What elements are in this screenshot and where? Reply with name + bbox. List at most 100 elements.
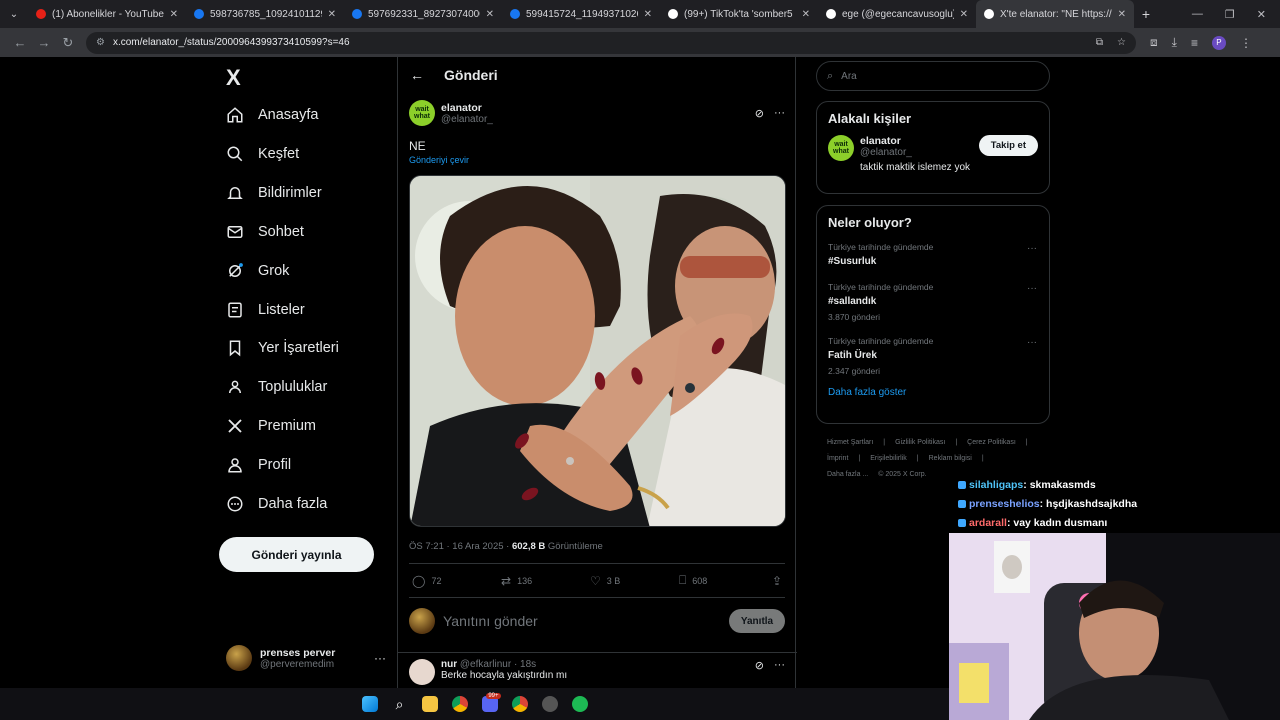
account-switcher[interactable]: prenses perver @perveremedim ···	[226, 643, 386, 673]
taskbar-search-icon[interactable]: ⌕	[385, 692, 415, 716]
menu-icon[interactable]: ⋮	[1240, 36, 1252, 50]
related-handle[interactable]: @elanator_	[860, 147, 979, 158]
related-person[interactable]: wait what elanator @elanator_ taktik mak…	[817, 135, 1049, 181]
back-arrow-icon[interactable]: ←	[410, 67, 424, 83]
tweet-time[interactable]: ÖS 7:21 · 16 Ara 2025 ·	[409, 541, 512, 552]
reply-author-name[interactable]: nur	[441, 659, 457, 670]
star-icon[interactable]: ☆	[1117, 37, 1126, 48]
tab-close-icon[interactable]: ✕	[1118, 9, 1126, 20]
nav-item-sohbet[interactable]: Sohbet	[226, 218, 304, 246]
avatar[interactable]: wait what	[828, 135, 854, 161]
reply-author-handle[interactable]: @efkarlinur · 18s	[460, 659, 536, 670]
tab-close-icon[interactable]: ✕	[960, 9, 968, 20]
extensions-icon[interactable]: ⧈	[1150, 35, 1158, 50]
more-icon[interactable]: ···	[1027, 283, 1037, 294]
translate-link[interactable]: Gönderiyi çevir	[409, 155, 469, 165]
browser-tab[interactable]: (1) Abonelikler - YouTube ✕	[28, 0, 186, 28]
footer-link[interactable]: İmprint	[827, 455, 848, 462]
chat-username: prenseshelios	[969, 497, 1040, 510]
nav-item-profil[interactable]: Profil	[226, 451, 291, 479]
repost-count: 136	[517, 575, 533, 586]
footer-link[interactable]: Daha fazla ...	[827, 471, 868, 478]
nav-item-listeler[interactable]: Listeler	[226, 296, 305, 324]
address-bar[interactable]: ⚙ x.com/elanator_/status/200096439937341…	[86, 31, 1136, 54]
back-icon[interactable]: ←	[8, 35, 32, 50]
show-more-link[interactable]: Daha fazla göster	[817, 387, 1049, 398]
maximize-icon[interactable]: ❐	[1225, 8, 1235, 21]
browser-tab[interactable]: (99+) TikTok'ta 'somber5 big5' ... ✕	[660, 0, 818, 28]
grok-icon[interactable]: ⊘	[755, 659, 764, 685]
download-icon[interactable]: ⤓	[1172, 35, 1177, 50]
more-icon[interactable]: ···	[1027, 337, 1037, 348]
nav-item-anasayfa[interactable]: Anasayfa	[226, 101, 318, 129]
reply-input[interactable]: Yanıtını gönder	[443, 613, 538, 629]
share-icon[interactable]: ⇪	[772, 574, 782, 588]
more-icon[interactable]: ···	[374, 651, 386, 665]
footer-link[interactable]: © 2025 X Corp.	[878, 471, 926, 478]
reply-action[interactable]: ◯ 72	[412, 574, 501, 588]
tab-close-icon[interactable]: ✕	[328, 9, 336, 20]
reply-button[interactable]: Yanıtla	[729, 609, 785, 633]
tab-search-icon[interactable]: ⌄	[0, 0, 28, 28]
nav-item-daha-fazla[interactable]: Daha fazla	[226, 490, 327, 518]
trend-item[interactable]: Türkiye tarihinde gündemde #sallandık 3.87…	[817, 279, 1049, 333]
footer-link[interactable]: Erişilebilirlik	[870, 455, 907, 462]
close-window-icon[interactable]: ✕	[1257, 8, 1266, 21]
tab-favicon-icon	[36, 9, 46, 19]
footer-link[interactable]: Çerez Politikası	[967, 439, 1016, 446]
browser-tab[interactable]: 597692331_89273074000164550... ✕	[344, 0, 502, 28]
related-name[interactable]: elanator	[860, 135, 979, 147]
trend-item[interactable]: Türkiye tarihinde gündemde Fatih Ürek 2.34…	[817, 333, 1049, 387]
bookmark-action[interactable]: ⎕ 608	[679, 573, 768, 588]
reply-tweet[interactable]: nur @efkarlinur · 18s Berke hocayla yakı…	[409, 659, 785, 685]
more-icon[interactable]: ···	[1027, 243, 1037, 254]
browser-tab[interactable]: ege (@egecancavusoglu) / X ✕	[818, 0, 976, 28]
trend-item[interactable]: Türkiye tarihinde gündemde #Susurluk ···	[817, 239, 1049, 279]
grok-icon[interactable]: ⊘	[755, 107, 764, 120]
start-button[interactable]	[355, 692, 385, 716]
more-icon[interactable]: ···	[774, 659, 785, 685]
app-icon[interactable]	[535, 692, 565, 716]
media-control-icon[interactable]: ≡	[1191, 36, 1198, 50]
site-info-icon[interactable]: ⚙	[96, 37, 105, 48]
tweet-author-handle[interactable]: @elanator_	[441, 114, 493, 125]
cast-icon[interactable]: ⧉	[1096, 37, 1103, 48]
x-logo[interactable]: X	[226, 65, 241, 91]
nav-item-yer-i̇şaretleri[interactable]: Yer İşaretleri	[226, 334, 339, 362]
new-tab-button[interactable]: +	[1134, 6, 1158, 22]
tab-close-icon[interactable]: ✕	[644, 9, 652, 20]
discord-icon[interactable]: 99+	[475, 692, 505, 716]
tweet-image[interactable]	[409, 175, 786, 527]
tab-close-icon[interactable]: ✕	[486, 9, 494, 20]
chrome-icon-2[interactable]	[505, 692, 535, 716]
profile-avatar[interactable]: P	[1211, 35, 1226, 50]
file-explorer-icon[interactable]	[415, 692, 445, 716]
forward-icon[interactable]: →	[32, 35, 56, 50]
footer-link[interactable]: Hizmet Şartları	[827, 439, 873, 446]
more-icon[interactable]: ···	[774, 107, 785, 120]
avatar[interactable]	[409, 659, 435, 685]
chrome-icon[interactable]	[445, 692, 475, 716]
footer-link[interactable]: Gizlilik Politikası	[895, 439, 945, 446]
tab-close-icon[interactable]: ✕	[170, 9, 178, 20]
tweet-author-avatar[interactable]: wait what	[409, 100, 435, 126]
post-button[interactable]: Gönderi yayınla	[219, 537, 374, 572]
browser-tab[interactable]: X'te elanator: "NE https://t.co/... ✕	[976, 0, 1134, 28]
browser-tab[interactable]: 598736785_10924101129636376... ✕	[186, 0, 344, 28]
nav-item-keşfet[interactable]: Keşfet	[226, 140, 299, 168]
minimize-icon[interactable]: —	[1192, 8, 1203, 21]
nav-item-grok[interactable]: Grok	[226, 257, 289, 285]
nav-item-topluluklar[interactable]: Topluluklar	[226, 373, 327, 401]
search-input[interactable]: ⌕ Ara	[816, 61, 1050, 91]
nav-item-premium[interactable]: Premium	[226, 412, 316, 440]
tab-close-icon[interactable]: ✕	[802, 9, 810, 20]
follow-button[interactable]: Takip et	[978, 135, 1038, 156]
footer-link[interactable]: Reklam bilgisi	[929, 455, 972, 462]
nav-item-bildirimler[interactable]: Bildirimler	[226, 179, 322, 207]
repost-action[interactable]: ⇄ 136	[501, 574, 590, 588]
like-action[interactable]: ♡ 3 B	[590, 574, 679, 588]
browser-tab[interactable]: 599415724_11949371026042714... ✕	[502, 0, 660, 28]
spotify-icon[interactable]	[565, 692, 595, 716]
reload-icon[interactable]: ↻	[56, 35, 80, 51]
tweet-author-name[interactable]: elanator	[441, 102, 493, 114]
